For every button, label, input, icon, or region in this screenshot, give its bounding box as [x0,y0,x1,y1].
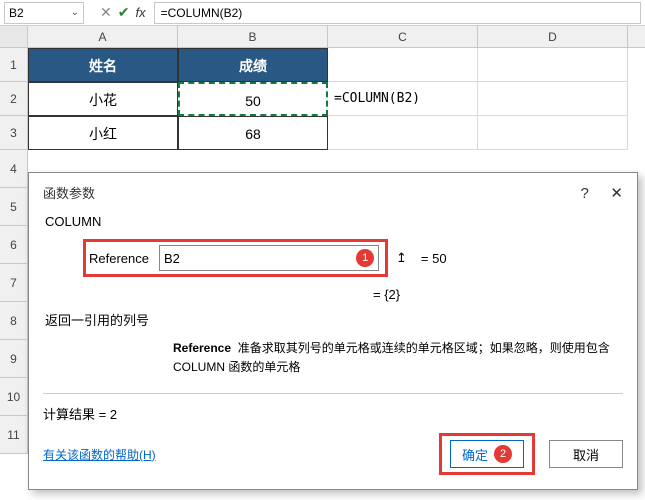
cancel-formula-icon[interactable]: ✕ [100,4,112,21]
row-header-3[interactable]: 3 [0,116,28,150]
cell-A3[interactable]: 小红 [28,116,178,150]
row-header-11[interactable]: 11 [0,416,28,454]
annotation-badge-2: 2 [494,445,512,463]
name-box-value: B2 [9,6,24,20]
dialog-title: 函数参数 [43,183,95,202]
cell-A2[interactable]: 小花 [28,82,178,116]
row-header-5[interactable]: 5 [0,188,28,226]
arg-eval: = 50 [421,251,447,266]
cell-C3[interactable] [328,116,478,150]
col-header-C[interactable]: C [328,26,478,47]
select-all-corner[interactable] [0,26,28,47]
row-header-10[interactable]: 10 [0,378,28,416]
cancel-button-label: 取消 [573,445,599,464]
row-header-7[interactable]: 7 [0,264,28,302]
accept-formula-icon[interactable]: ✔ [118,4,130,21]
row-header-9[interactable]: 9 [0,340,28,378]
arg-label: Reference [89,251,159,266]
cell-A1[interactable]: 姓名 [28,48,178,82]
row-header-4[interactable]: 4 [0,150,28,188]
function-name: COLUMN [45,214,623,229]
row-header-8[interactable]: 8 [0,302,28,340]
function-arguments-dialog: 函数参数 ? ✕ COLUMN Reference 1 ↥ = 50 = {2}… [28,172,638,490]
cell-B2[interactable]: 50 [178,82,328,116]
param-desc-text: 准备求取其列号的单元格或连续的单元格区域；如果忽略，则使用包含 COLUMN 函… [173,341,610,374]
ok-button[interactable]: 确定 2 [450,440,524,468]
formula-bar-text: =COLUMN(B2) [161,6,243,20]
formula-bar[interactable]: =COLUMN(B2) [154,2,641,24]
cell-B3[interactable]: 68 [178,116,328,150]
cell-C1[interactable] [328,48,478,82]
col-header-D[interactable]: D [478,26,628,47]
annotation-box-1: Reference 1 [83,239,388,277]
close-icon[interactable]: ✕ [610,185,623,202]
name-box[interactable]: B2 ⌄ [4,2,84,24]
param-desc-label: Reference [173,341,231,355]
row-header-2[interactable]: 2 [0,82,28,116]
range-select-icon[interactable]: ↥ [396,250,407,266]
cell-C2[interactable]: =COLUMN(B2) [328,82,478,116]
col-header-B[interactable]: B [178,26,328,47]
arg-input-wrap: 1 [159,245,379,271]
cell-D2[interactable] [478,82,628,116]
row-header-6[interactable]: 6 [0,226,28,264]
cell-D1[interactable] [478,48,628,82]
cancel-button[interactable]: 取消 [549,440,623,468]
fx-icon[interactable]: fx [135,5,145,20]
annotation-badge-1: 1 [356,249,374,267]
help-link[interactable]: 有关该函数的帮助(H) [43,446,156,463]
annotation-box-2: 确定 2 [439,433,535,475]
col-header-A[interactable]: A [28,26,178,47]
row-header-1[interactable]: 1 [0,48,28,82]
cell-D3[interactable] [478,116,628,150]
reference-input[interactable] [164,251,350,266]
cell-B1[interactable]: 成绩 [178,48,328,82]
param-description: Reference 准备求取其列号的单元格或连续的单元格区域；如果忽略，则使用包… [173,339,613,377]
chevron-down-icon[interactable]: ⌄ [71,7,79,18]
divider [43,393,623,394]
function-description: 返回一引用的列号 [45,310,623,329]
array-eval: = {2} [373,287,623,302]
ok-button-label: 确定 [462,445,488,464]
help-icon[interactable]: ? [580,185,588,202]
calc-result: 计算结果 = 2 [43,404,623,423]
